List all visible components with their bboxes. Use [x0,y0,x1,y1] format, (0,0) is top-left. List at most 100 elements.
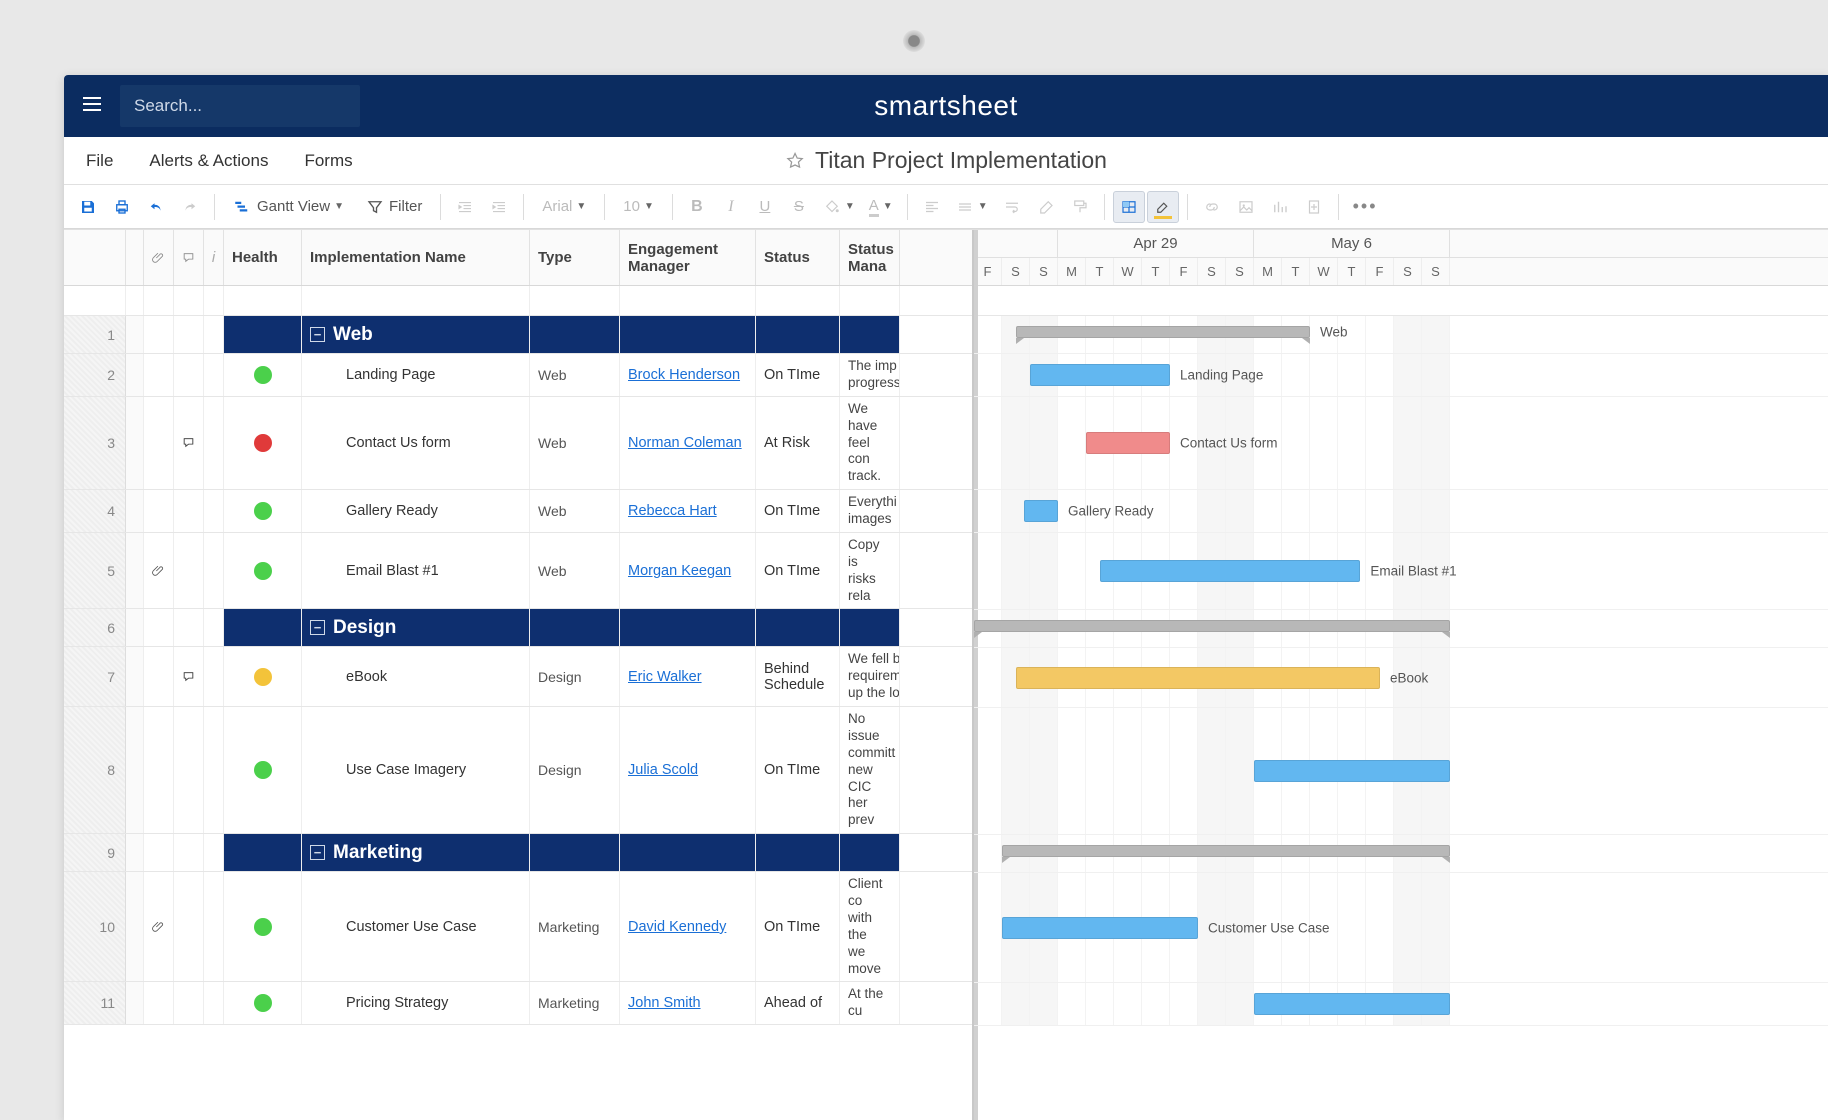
col-health[interactable]: Health [224,230,302,285]
print-button[interactable] [106,191,138,223]
task-row[interactable]: 4Gallery ReadyWebRebecca HartOn TImeEver… [64,490,972,533]
task-row[interactable]: 10Customer Use CaseMarketingDavid Kenned… [64,872,972,982]
attachment-cell[interactable] [144,533,174,609]
manager-cell[interactable]: David Kennedy [620,872,756,981]
gantt-task-bar[interactable]: Email Blast #1 [1100,560,1360,582]
gantt-task-bar[interactable]: Landing Page [1030,364,1170,386]
manager-cell[interactable]: Eric Walker [620,647,756,706]
clear-format-button[interactable] [1030,191,1062,223]
name-cell[interactable]: −Design [302,609,530,646]
gantt-summary-bar[interactable] [974,620,1450,632]
comment-cell[interactable] [174,397,204,489]
alerts-menu[interactable]: Alerts & Actions [131,151,286,171]
save-button[interactable] [72,191,104,223]
view-switcher[interactable]: Gantt View▼ [223,191,354,223]
manager-cell[interactable]: Brock Henderson [620,354,756,396]
filter-button[interactable]: Filter [356,191,432,223]
section-row[interactable]: 6−Design [64,609,972,647]
fill-color-button[interactable]: ▼ [817,191,861,223]
more-button[interactable]: ••• [1347,191,1384,223]
manager-cell[interactable]: Norman Coleman [620,397,756,489]
font-size-select[interactable]: 10▼ [613,191,664,223]
manager-link[interactable]: Eric Walker [628,669,702,685]
col-name[interactable]: Implementation Name [302,230,530,285]
name-cell[interactable]: Gallery Ready [302,490,530,532]
search-box[interactable] [120,85,360,127]
col-status-mgr[interactable]: Status Mana [840,230,900,285]
undo-button[interactable] [140,191,172,223]
col-attachment[interactable] [144,230,174,285]
name-cell[interactable]: −Web [302,316,530,353]
name-cell[interactable]: eBook [302,647,530,706]
search-input[interactable] [134,96,355,116]
col-status[interactable]: Status [756,230,840,285]
name-cell[interactable]: Landing Page [302,354,530,396]
align-left-button[interactable] [916,191,948,223]
manager-link[interactable]: John Smith [628,995,701,1011]
hamburger-menu-button[interactable] [64,92,120,121]
manager-link[interactable]: Julia Scold [628,762,698,778]
font-family-select[interactable]: Arial▼ [532,191,596,223]
gantt-summary-bar[interactable] [1002,845,1450,857]
attachment-cell[interactable] [144,872,174,981]
indent-button[interactable] [483,191,515,223]
comment-cell[interactable] [174,647,204,706]
col-comment[interactable] [174,230,204,285]
task-row[interactable]: 7eBookDesignEric WalkerBehind ScheduleWe… [64,647,972,707]
section-row[interactable]: 9−Marketing [64,834,972,872]
task-row[interactable]: 8Use Case ImageryDesignJulia ScoldOn TIm… [64,707,972,834]
name-cell[interactable]: Use Case Imagery [302,707,530,833]
manager-link[interactable]: Norman Coleman [628,435,742,451]
gantt-task-bar[interactable] [1254,760,1450,782]
link-button[interactable] [1196,191,1228,223]
manager-link[interactable]: Rebecca Hart [628,503,717,519]
italic-button[interactable]: I [715,191,747,223]
outdent-button[interactable] [449,191,481,223]
gantt-task-bar[interactable]: Customer Use Case [1002,917,1198,939]
name-cell[interactable]: Pricing Strategy [302,982,530,1024]
conditional-format-button[interactable] [1113,191,1145,223]
manager-link[interactable]: Morgan Keegan [628,563,731,579]
star-icon[interactable] [785,151,805,171]
font-color-button[interactable]: A▼ [863,191,899,223]
gantt-task-bar[interactable] [1254,993,1450,1015]
manager-cell[interactable] [620,316,756,353]
wrap-button[interactable] [996,191,1028,223]
bold-button[interactable]: B [681,191,713,223]
name-cell[interactable]: Customer Use Case [302,872,530,981]
name-cell[interactable]: Email Blast #1 [302,533,530,609]
gantt-task-bar[interactable]: Contact Us form [1086,432,1170,454]
info-cell [204,609,224,646]
insert-button[interactable] [1298,191,1330,223]
gantt-task-bar[interactable]: eBook [1016,667,1380,689]
manager-cell[interactable]: Julia Scold [620,707,756,833]
manager-cell[interactable]: John Smith [620,982,756,1024]
strikethrough-button[interactable]: S [783,191,815,223]
name-cell[interactable]: −Marketing [302,834,530,871]
col-type[interactable]: Type [530,230,620,285]
manager-cell[interactable]: Morgan Keegan [620,533,756,609]
align-vertical-button[interactable]: ▼ [950,191,994,223]
format-painter-button[interactable] [1064,191,1096,223]
highlight-changes-button[interactable] [1147,191,1179,223]
image-button[interactable] [1230,191,1262,223]
manager-cell[interactable]: Rebecca Hart [620,490,756,532]
section-row[interactable]: 1−Web [64,316,972,354]
name-cell[interactable]: Contact Us form [302,397,530,489]
redo-button[interactable] [174,191,206,223]
task-row[interactable]: 11Pricing StrategyMarketingJohn SmithAhe… [64,982,972,1025]
underline-button[interactable]: U [749,191,781,223]
col-manager[interactable]: Engagement Manager [620,230,756,285]
chart-button[interactable] [1264,191,1296,223]
gantt-summary-bar[interactable]: Web [1016,326,1310,338]
gantt-task-bar[interactable]: Gallery Ready [1024,500,1058,522]
task-row[interactable]: 3Contact Us formWebNorman ColemanAt Risk… [64,397,972,490]
task-row[interactable]: 5Email Blast #1WebMorgan KeeganOn TImeCo… [64,533,972,610]
forms-menu[interactable]: Forms [286,151,370,171]
task-row[interactable]: 2Landing PageWebBrock HendersonOn TImeTh… [64,354,972,397]
manager-cell[interactable] [620,834,756,871]
manager-link[interactable]: Brock Henderson [628,367,740,383]
manager-cell[interactable] [620,609,756,646]
manager-link[interactable]: David Kennedy [628,919,726,935]
file-menu[interactable]: File [64,151,131,171]
